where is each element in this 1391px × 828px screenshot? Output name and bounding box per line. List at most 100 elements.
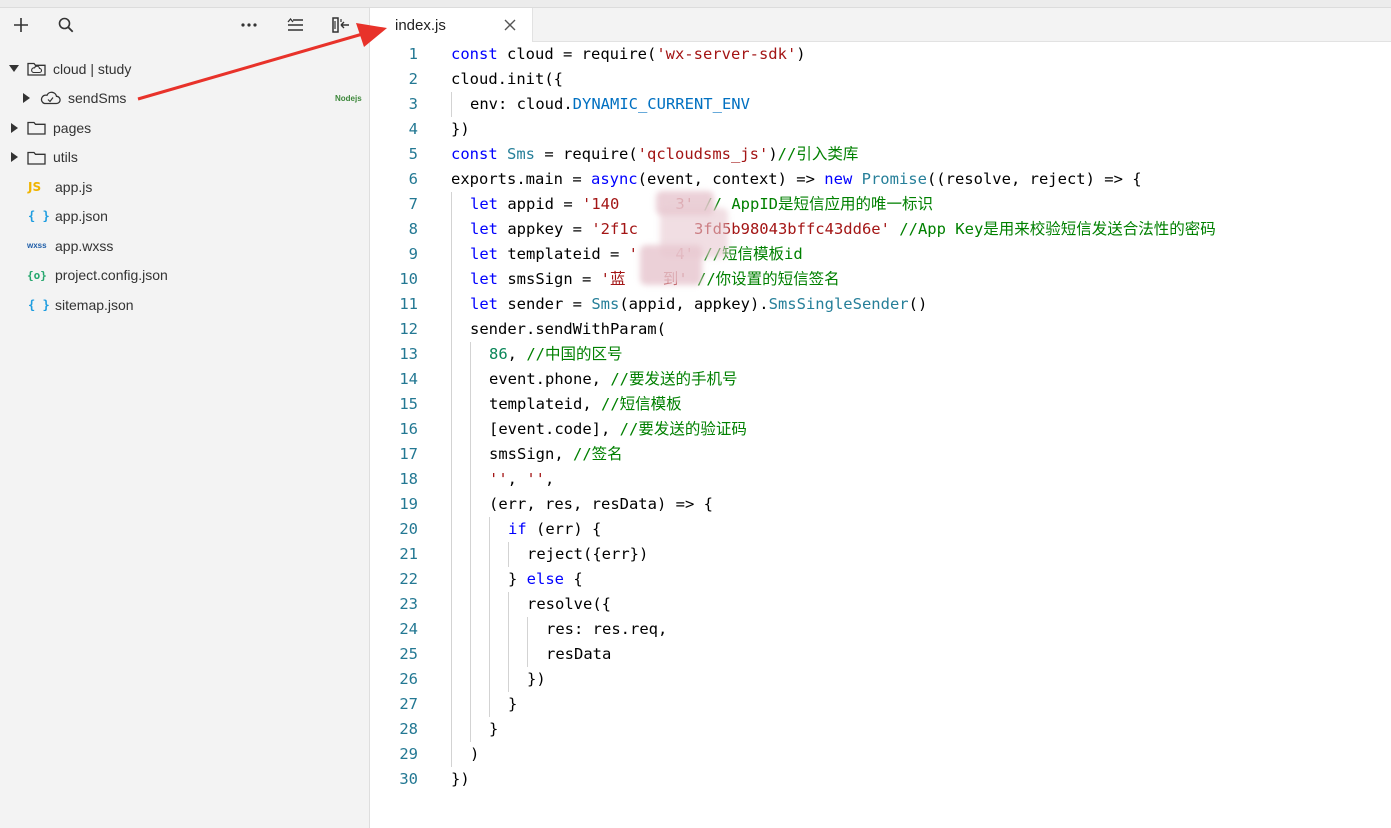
code-token: appid = — [498, 195, 582, 213]
tree-item-cloud-study[interactable]: cloud | study — [0, 54, 369, 84]
code-line[interactable]: 18 '', '', — [370, 467, 1391, 492]
code-line[interactable]: 11 let sender = Sms(appid, appkey).SmsSin… — [370, 292, 1391, 317]
code-line[interactable]: 29) — [370, 742, 1391, 767]
code-line[interactable]: 10let smsSign = '蓝 到' //你设置的短信签名 — [370, 267, 1391, 292]
line-number: 4 — [408, 120, 418, 138]
code-line[interactable]: 8 let appkey = '2f1c 3fd5b98043bffc43dd6e… — [370, 217, 1391, 242]
code-text: event.phone, //要发送的手机号 — [489, 367, 738, 392]
code-line[interactable]: 3 env: cloud.DYNAMIC_CURRENT_ENV — [370, 92, 1391, 117]
line-number: 24 — [399, 620, 418, 638]
chevron-down-icon[interactable] — [9, 65, 19, 73]
code-token: resData — [546, 645, 612, 663]
code-line[interactable]: 13 86, //中国的区号 — [370, 342, 1391, 367]
line-number: 6 — [408, 170, 418, 188]
json-file-icon: { } — [28, 297, 50, 312]
code-line[interactable]: 30}) — [370, 767, 1391, 792]
indent-guide — [470, 342, 471, 367]
code-text: ) — [470, 742, 479, 767]
indent-guide — [489, 617, 490, 642]
tree-item-app-js[interactable]: JS app.js — [0, 172, 369, 202]
code-line[interactable]: 17 smsSign, //签名 — [370, 442, 1391, 467]
line-number: 13 — [399, 345, 418, 363]
tree-item-app-json[interactable]: { } app.json — [0, 202, 369, 232]
tree-item-utils[interactable]: utils — [0, 143, 369, 173]
code-line[interactable]: 25 resData — [370, 642, 1391, 667]
code-line[interactable]: 26}) — [370, 667, 1391, 692]
code-line[interactable]: 27} — [370, 692, 1391, 717]
code-line[interactable]: 20 if (err) { — [370, 517, 1391, 542]
chevron-right-icon[interactable] — [11, 152, 18, 163]
code-line[interactable]: 9 let templateid = ' 4' //短信模板id — [370, 242, 1391, 267]
indent-guide — [508, 642, 509, 667]
code-token: Sms — [591, 295, 620, 313]
code-token: 'wx-server-sdk' — [656, 45, 797, 63]
cloud-folder-icon — [27, 61, 46, 76]
code-token: ) — [768, 145, 778, 163]
code-token: ) — [796, 45, 806, 63]
tree-item-app-wxss[interactable]: wxss app.wxss — [0, 231, 369, 261]
code-line[interactable]: 6 exports.main = async(event, context) =>… — [370, 167, 1391, 192]
tree-item-sendsms[interactable]: sendSms Nodejs — [0, 84, 369, 114]
code-token: //短信模板 — [600, 395, 682, 413]
code-token: let — [470, 295, 498, 313]
code-token: (appid, appkey). — [619, 295, 769, 313]
code-line[interactable]: 1 const cloud = require('wx-server-sdk') — [370, 42, 1391, 67]
tree-item-project-config-json[interactable]: {o} project.config.json — [0, 261, 369, 291]
indent-guide — [451, 667, 452, 692]
tab-index-js[interactable]: index.js — [370, 8, 533, 42]
code-line[interactable]: 14 event.phone, //要发送的手机号 — [370, 367, 1391, 392]
indent-guide — [470, 517, 471, 542]
code-line[interactable]: 22} else { — [370, 567, 1391, 592]
code-line[interactable]: 23 resolve({ — [370, 592, 1391, 617]
code-line[interactable]: 24 res: res.req, — [370, 617, 1391, 642]
code-token: , — [507, 345, 527, 363]
indent-guide — [470, 467, 471, 492]
code-text: exports.main = async(event, context) => … — [451, 167, 1142, 192]
tree-item-sitemap-json[interactable]: { } sitemap.json — [0, 290, 369, 320]
code-token: //引入类库 — [777, 145, 859, 163]
code-line[interactable]: 7 let appid = '140 3' // AppID是短信应用的唯一标识 — [370, 192, 1391, 217]
code-line[interactable]: 2 cloud.init({ — [370, 67, 1391, 92]
code-line[interactable]: 21 reject({err}) — [370, 542, 1391, 567]
code-text: smsSign, //签名 — [489, 442, 623, 467]
hide-sidebar-icon[interactable] — [330, 14, 352, 36]
code-line[interactable]: 5 const Sms = require('qcloudsms_js')//引入… — [370, 142, 1391, 167]
code-line[interactable]: 28} — [370, 717, 1391, 742]
line-number: 12 — [399, 320, 418, 338]
tree-item-pages[interactable]: pages — [0, 113, 369, 143]
code-token: { — [564, 570, 583, 588]
code-token: Promise — [861, 170, 927, 188]
code-line[interactable]: 4}) — [370, 117, 1391, 142]
code-line[interactable]: 16 [event.code], //要发送的验证码 — [370, 417, 1391, 442]
indent-guide — [508, 542, 509, 567]
indent-guide — [451, 592, 452, 617]
add-icon[interactable] — [10, 14, 32, 36]
line-number: 1 — [408, 45, 418, 63]
indent-guide — [451, 192, 452, 217]
collapse-all-icon[interactable] — [284, 14, 306, 36]
tree-item-label: sendSms — [68, 90, 127, 107]
code-text: [event.code], //要发送的验证码 — [489, 417, 747, 442]
code-token: templateid, — [489, 395, 601, 413]
chevron-right-icon[interactable] — [11, 122, 18, 133]
code-line[interactable]: 15 templateid, //短信模板 — [370, 392, 1391, 417]
search-icon[interactable] — [55, 14, 77, 36]
line-number: 28 — [399, 720, 418, 738]
indent-guide — [470, 492, 471, 517]
close-icon[interactable] — [503, 18, 517, 32]
code-token: appkey = — [498, 220, 592, 238]
line-number: 30 — [399, 770, 418, 788]
chevron-right-icon[interactable] — [23, 93, 30, 104]
code-text: cloud.init({ — [451, 67, 563, 92]
code-line[interactable]: 19 (err, res, resData) => { — [370, 492, 1391, 517]
more-options-icon[interactable] — [238, 14, 260, 36]
indent-guide — [451, 517, 452, 542]
code-line[interactable]: 12 sender.sendWithParam( — [370, 317, 1391, 342]
wxss-file-icon: wxss — [27, 241, 47, 251]
code-text: reject({err}) — [527, 542, 648, 567]
code-editor[interactable]: 1 const cloud = require('wx-server-sdk') 2… — [370, 42, 1391, 828]
indent-guide — [451, 617, 452, 642]
indent-guide — [451, 717, 452, 742]
code-text: templateid, //短信模板 — [489, 392, 682, 417]
